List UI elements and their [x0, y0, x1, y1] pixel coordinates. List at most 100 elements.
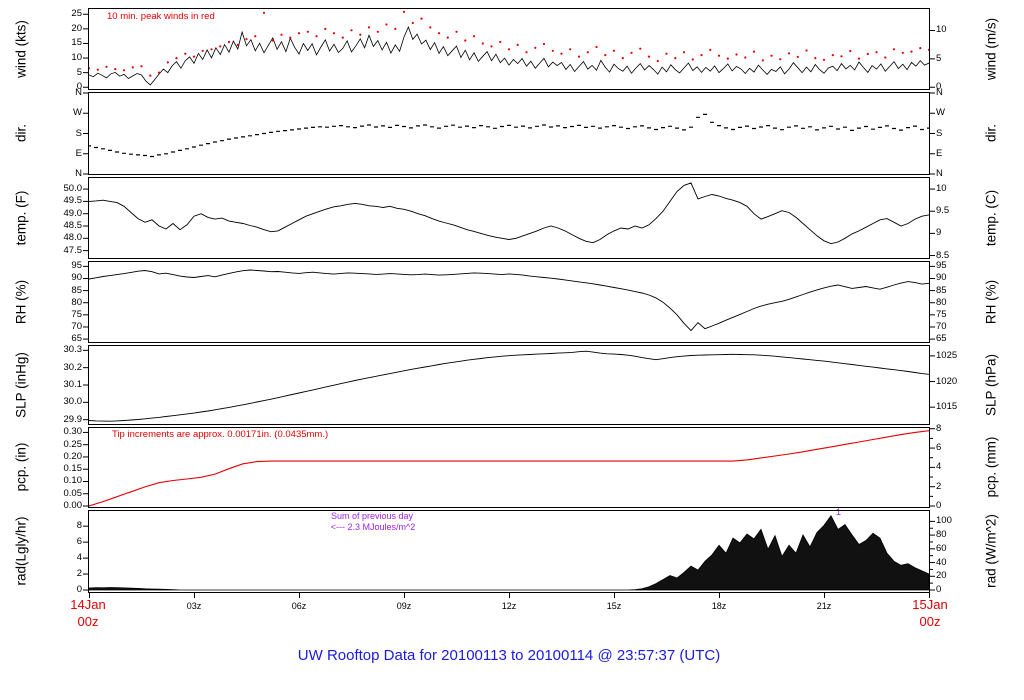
rh-ytick-left: 80 [71, 296, 82, 308]
x-axis-tick [929, 593, 930, 598]
temp-ytick-left: 49.5 [63, 195, 83, 207]
dir-ytick-left: N [75, 168, 82, 179]
x-axis-tick [89, 593, 90, 598]
x-start-hour: 00z [77, 614, 99, 629]
x-axis-label: 06z [291, 601, 307, 611]
rad-ytick-left: 8 [76, 520, 82, 532]
pcp-ytick-left: 0.00 [63, 500, 83, 512]
dir-ytick-right: N [936, 87, 943, 98]
slp-ytick-left: 30.0 [63, 396, 83, 408]
slp-ytick-right: 1025 [936, 349, 958, 361]
slp-plot [83, 345, 935, 425]
pcp-plot [83, 427, 935, 508]
wind-ytick-left: 25 [71, 8, 82, 20]
meteogram: wind (kts) dir. temp. (F) RH (%) SLP (in… [0, 0, 1024, 700]
rh-ytick-right: 90 [936, 272, 947, 284]
temp-ytick-left: 48.5 [63, 220, 83, 231]
slp-ytick-left: 29.9 [63, 413, 83, 425]
pcp-ytick-right: 0 [936, 500, 942, 512]
temp-plot [83, 177, 935, 259]
x-start-date: 14Jan [70, 597, 106, 612]
rh-plot [83, 261, 935, 343]
x-axis-label: 12z [501, 601, 517, 611]
rh-ytick-left: 85 [71, 284, 82, 296]
wind-ytick-left: 10 [71, 52, 82, 64]
pcp-ytick-right: 8 [936, 422, 942, 434]
rh-ytick-left: 90 [71, 272, 82, 284]
x-axis-label: 21z [816, 601, 832, 611]
pcp-ytick-left: 0.10 [63, 475, 83, 487]
x-end-hour: 00z [919, 614, 941, 629]
x-axis-label: 09z [396, 601, 412, 611]
temp-ytick-right: 10 [936, 183, 947, 195]
rad-ytick-right: 0 [936, 584, 942, 595]
x-axis-label: 15z [606, 601, 622, 611]
rad-ytick-left: 2 [76, 568, 82, 580]
dir-ytick-right: E [936, 147, 943, 159]
rh-ytick-right: 75 [936, 308, 947, 320]
rh-ytick-right: 65 [936, 333, 947, 345]
rh-ytick-right: 95 [936, 260, 947, 272]
rad-ytick-left: 4 [76, 552, 82, 564]
rh-ytick-right: 80 [936, 296, 947, 308]
x-axis-label: 03z [186, 601, 202, 611]
rh-ytick-right: 85 [936, 284, 947, 296]
pcp-ytick-right: 2 [936, 480, 942, 492]
x-axis-tick [719, 593, 720, 598]
temp-ytick-right: 9.5 [936, 205, 950, 217]
slp-ytick-right: 1020 [936, 375, 958, 387]
x-axis-tick [614, 593, 615, 598]
temp-ytick-left: 47.5 [63, 244, 83, 256]
x-axis-tick [299, 593, 300, 598]
rh-ytick-right: 70 [936, 320, 947, 332]
rh-ytick-left: 75 [71, 308, 82, 320]
x-axis-tick [404, 593, 405, 598]
rad-ytick-left: 6 [76, 536, 82, 548]
pcp-ytick-left: 0.20 [63, 450, 83, 462]
pcp-ytick-left: 0.25 [63, 438, 83, 450]
slp-ytick-left: 30.2 [63, 361, 83, 373]
wind-ytick-left: 5 [76, 66, 82, 78]
pcp-ytick-right: 6 [936, 442, 942, 454]
rad-ytick-left: 0 [76, 584, 82, 595]
rad-ytick-right: 100 [936, 515, 952, 527]
rh-ytick-left: 95 [71, 260, 82, 272]
wind-ytick-left: 20 [71, 22, 82, 34]
chart-title: UW Rooftop Data for 20100113 to 20100114… [297, 647, 721, 664]
dir-ytick-right: W [936, 107, 945, 119]
slp-ytick-left: 30.1 [63, 379, 83, 390]
pcp-ytick-left: 0.15 [63, 463, 83, 475]
wind-ytick-left: 15 [71, 37, 82, 49]
temp-ytick-left: 48.0 [63, 232, 83, 244]
x-end-date: 15Jan [912, 597, 948, 612]
rad-ytick-right: 60 [936, 542, 947, 554]
temp-ytick-right: 9 [936, 227, 942, 239]
dir-ytick-left: S [75, 127, 82, 139]
rh-ytick-left: 65 [71, 333, 82, 345]
temp-ytick-left: 49.0 [63, 207, 83, 219]
temp-ytick-left: 50.0 [63, 183, 83, 195]
pcp-ytick-left: 0.05 [63, 487, 83, 499]
dir-ytick-left: W [73, 107, 82, 119]
dir-ytick-right: N [936, 168, 943, 179]
wind-ytick-right: 10 [936, 24, 947, 36]
slp-ytick-left: 30.3 [63, 344, 83, 356]
rad-ytick-right: 40 [936, 556, 947, 568]
rad-ytick-right: 80 [936, 529, 947, 541]
dir-ytick-left: N [75, 87, 82, 98]
dir-ytick-left: E [75, 147, 82, 159]
wind-plot [83, 8, 935, 90]
pcp-ytick-right: 4 [936, 461, 942, 473]
x-axis-tick [824, 593, 825, 598]
x-axis-tick [194, 593, 195, 598]
x-axis-label: 18z [711, 601, 727, 611]
rh-ytick-left: 70 [71, 320, 82, 332]
dir-ytick-right: S [936, 127, 943, 139]
wind-ytick-right: 5 [936, 52, 942, 64]
pcp-ytick-left: 0.30 [63, 426, 83, 438]
x-axis-tick [509, 593, 510, 598]
slp-ytick-right: 1015 [936, 401, 958, 413]
rad-plot [83, 510, 935, 593]
rad-ytick-right: 20 [936, 570, 947, 582]
dir-plot [83, 92, 935, 175]
